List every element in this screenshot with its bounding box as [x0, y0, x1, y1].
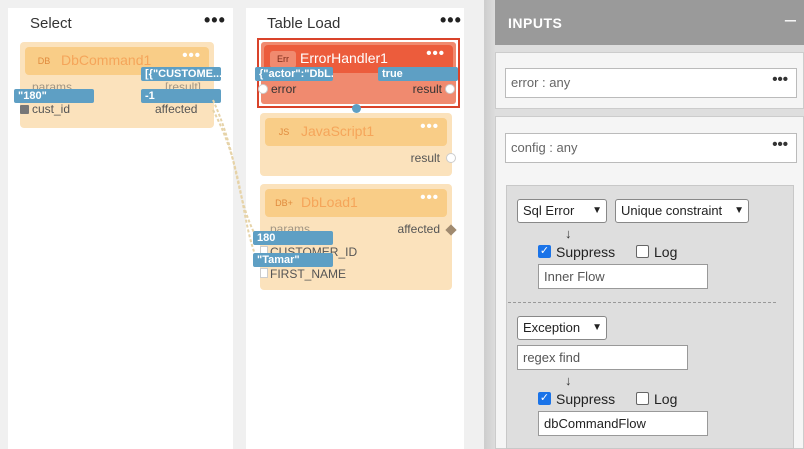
card-title: ErrorHandler1 — [300, 50, 388, 66]
cust-id-value-tag: "180" — [14, 89, 94, 103]
result-value-tag: [{"CUSTOME... — [141, 67, 221, 81]
first-name-value-tag: "Tamar" — [253, 253, 333, 267]
error-icon: Err — [270, 51, 296, 68]
chevron-down-icon: ▼ — [592, 205, 602, 216]
error-type-value: Sql Error — [523, 203, 575, 218]
flow-connector-port[interactable] — [352, 104, 361, 113]
input-port[interactable] — [20, 105, 29, 114]
error-subtype-value: Unique constraint — [621, 203, 723, 218]
card-header[interactable]: JS JavaScript1 ••• — [265, 118, 447, 146]
exception-select[interactable]: Exception ▼ — [517, 316, 607, 340]
first-name-input-port[interactable] — [260, 268, 268, 278]
suppress-checkbox[interactable]: ✓ — [538, 245, 551, 258]
error-subtype-select[interactable]: Unique constraint ▼ — [615, 199, 749, 223]
error-input-port[interactable] — [258, 84, 268, 94]
javascript-card[interactable]: JS JavaScript1 ••• result — [260, 113, 456, 176]
card-header[interactable]: DB+ DbLoad1 ••• — [265, 189, 447, 217]
suppress-label: Suppress — [556, 391, 616, 407]
column-title: Table Load — [267, 15, 341, 32]
arrow-down-icon: ↓ — [565, 373, 572, 388]
db-command-flow-value: dbCommandFlow — [544, 416, 646, 431]
result-output-port[interactable] — [446, 153, 456, 163]
log-label: Log — [654, 391, 678, 407]
db-plus-icon: DB+ — [275, 198, 293, 208]
card-title: JavaScript1 — [301, 123, 375, 139]
regex-find-input[interactable]: regex find — [517, 345, 688, 370]
inputs-panel-header: INPUTS – — [495, 0, 804, 45]
arrow-down-icon: ↓ — [565, 226, 572, 241]
card-title: DbLoad1 — [301, 194, 358, 210]
js-icon: JS — [278, 127, 290, 137]
inner-flow-placeholder: Inner Flow — [544, 269, 605, 284]
error-field-menu-button[interactable]: ••• — [772, 66, 788, 94]
db-icon: DB — [37, 56, 51, 66]
result-label: result — [412, 82, 442, 96]
result-output-port[interactable] — [445, 84, 455, 94]
suppress-checkbox[interactable]: ✓ — [538, 392, 551, 405]
dbcommand-card[interactable]: DB DbCommand1 ••• params [result] cust_i… — [20, 42, 214, 128]
error-label: error — [271, 82, 297, 96]
error-field[interactable]: error : any ••• — [505, 68, 797, 98]
exception-value: Exception — [523, 320, 581, 335]
collapse-button[interactable]: – — [785, 9, 796, 32]
log-label: Log — [654, 244, 678, 260]
inner-flow-input[interactable]: Inner Flow — [538, 264, 708, 289]
rule-divider — [508, 302, 776, 303]
column-menu-button[interactable]: ••• — [204, 10, 226, 31]
column-menu-button[interactable]: ••• — [440, 10, 462, 31]
log-checkbox[interactable] — [636, 392, 649, 405]
card-menu-button[interactable]: ••• — [420, 189, 439, 206]
first-name-label: FIRST_NAME — [270, 267, 347, 281]
customer-id-value-tag: 180 — [253, 231, 333, 245]
result-value-tag: true — [378, 67, 458, 81]
card-menu-button[interactable]: ••• — [182, 47, 201, 64]
error-type-select[interactable]: Sql Error ▼ — [517, 199, 607, 223]
chevron-down-icon: ▼ — [734, 205, 744, 216]
error-value-tag: {"actor":"DbL... — [255, 67, 333, 81]
affected-label: affected — [397, 222, 440, 236]
config-field[interactable]: config : any ••• — [505, 133, 797, 163]
card-menu-button[interactable]: ••• — [426, 45, 445, 62]
error-field-label: error : any — [511, 75, 571, 90]
cust-id-label: cust_id — [32, 102, 71, 116]
config-field-menu-button[interactable]: ••• — [772, 131, 788, 159]
log-checkbox[interactable] — [636, 245, 649, 258]
panel-title: INPUTS — [508, 15, 563, 31]
card-menu-button[interactable]: ••• — [420, 118, 439, 135]
config-field-label: config : any — [511, 140, 578, 155]
chevron-down-icon: ▼ — [592, 322, 602, 333]
card-title: DbCommand1 — [61, 52, 152, 68]
affected-label: affected — [155, 102, 198, 116]
regex-find-placeholder: regex find — [523, 350, 581, 365]
db-command-flow-input[interactable]: dbCommandFlow — [538, 411, 708, 436]
affected-value-tag: -1 — [141, 89, 221, 103]
suppress-label: Suppress — [556, 244, 616, 260]
column-title: Select — [30, 15, 72, 32]
result-label: result — [410, 151, 440, 165]
